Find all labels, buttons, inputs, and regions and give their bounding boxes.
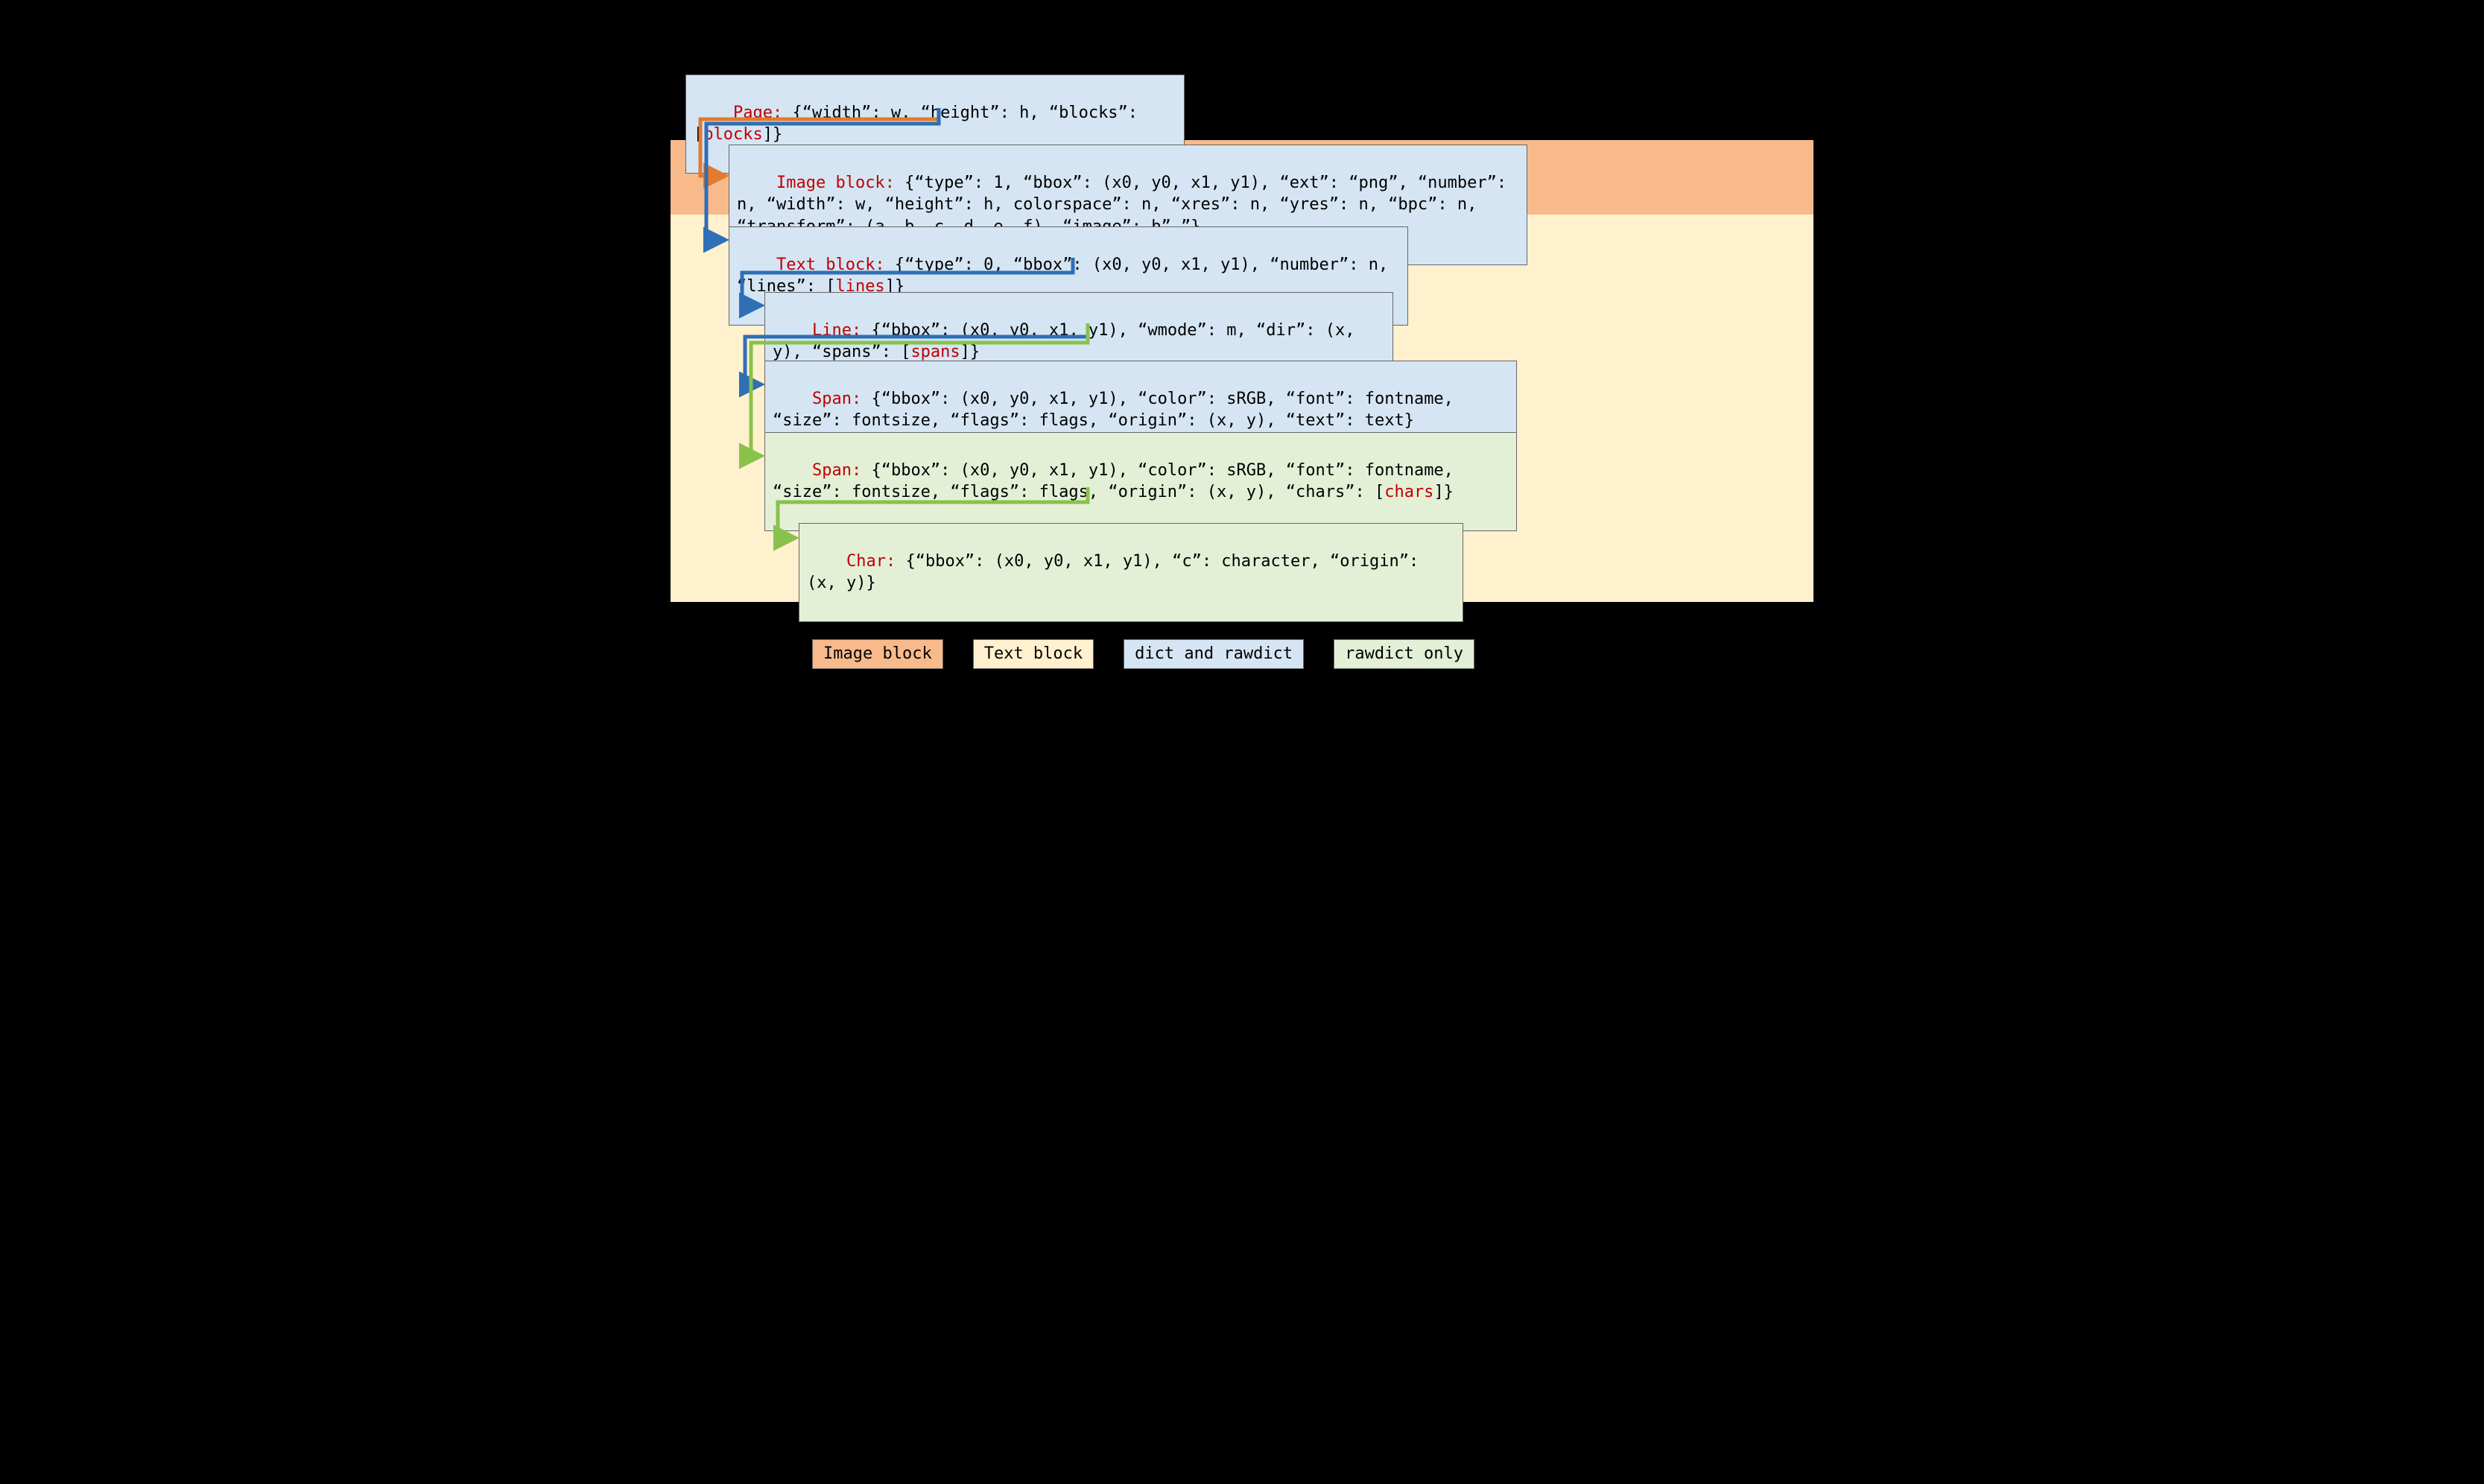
node-span-dict-key: Span:: [812, 390, 861, 408]
legend-dict-and-rawdict: dict and rawdict: [1124, 639, 1304, 669]
node-span-raw-key: Span:: [812, 461, 861, 480]
node-char: Char: {“bbox”: (x0, y0, x1, y1), “c”: ch…: [799, 523, 1463, 622]
node-char-key: Char:: [846, 552, 896, 571]
node-text-block-key: Text block:: [776, 256, 885, 274]
legend-text-block: Text block: [973, 639, 1094, 669]
node-span-raw-body-post: ]}: [1433, 483, 1454, 501]
legend-rawdict-only: rawdict only: [1334, 639, 1474, 669]
node-page-ref: blocks: [703, 125, 762, 144]
node-span-raw-body-pre: {“bbox”: (x0, y0, x1, y1), “color”: sRGB…: [773, 461, 1463, 502]
node-page-key: Page:: [733, 104, 782, 122]
node-line-body-pre: {“bbox”: (x0, y0, x1, y1), “wmode”: m, “…: [773, 321, 1365, 362]
node-image-block-key: Image block:: [776, 174, 895, 192]
legend: Image block Text block dict and rawdict …: [812, 639, 1474, 669]
diagram-canvas: Page: {“width”: w, “height”: h, “blocks”…: [671, 0, 1813, 682]
node-line-ref: spans: [910, 343, 960, 361]
node-page-body-post: ]}: [763, 125, 783, 144]
legend-image-block: Image block: [812, 639, 943, 669]
node-span-raw-ref: chars: [1384, 483, 1433, 501]
node-char-body: {“bbox”: (x0, y0, x1, y1), “c”: characte…: [807, 552, 1428, 593]
node-span-raw: Span: {“bbox”: (x0, y0, x1, y1), “color”…: [764, 432, 1517, 531]
node-line-key: Line:: [812, 321, 861, 340]
node-span-dict-body: {“bbox”: (x0, y0, x1, y1), “color”: sRGB…: [773, 390, 1463, 431]
node-line-body-post: ]}: [960, 343, 980, 361]
